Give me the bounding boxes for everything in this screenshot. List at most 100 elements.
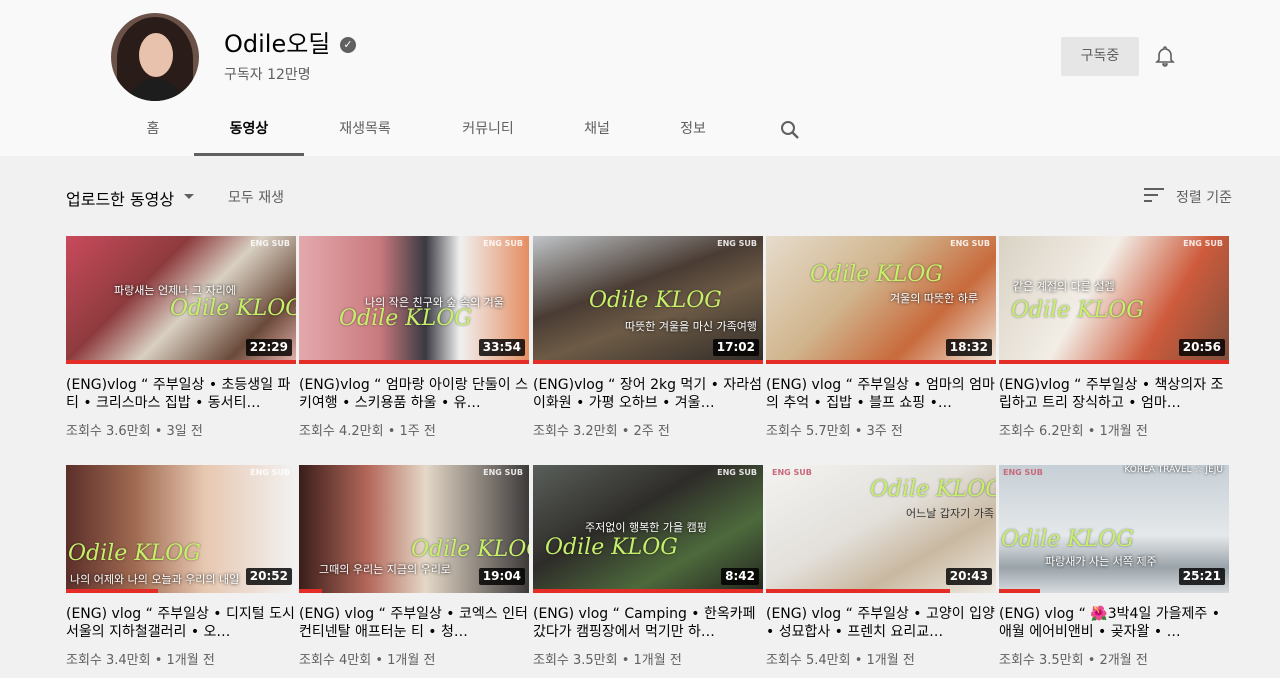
video-duration: 25:21 (1178, 568, 1225, 585)
sort-by-button[interactable]: 정렬 기준 (1176, 187, 1232, 207)
video-thumbnail[interactable]: ENG SUB Odile KLOG 따뜻한 겨울을 마신 가족여행 17:02 (533, 236, 763, 364)
video-thumbnail[interactable]: ENG SUB Odile KLOG 어느날 갑자기 가족 20:43 (766, 465, 996, 593)
eng-sub-label: ENG SUB (1183, 239, 1223, 248)
eng-sub-label: ENG SUB (772, 468, 812, 477)
video-title[interactable]: (ENG) vlog “ Camping • 한옥카페 갔다가 캠핑장에서 먹기… (533, 605, 763, 641)
watch-progress-bar (299, 360, 529, 364)
tab-home[interactable]: 홈 (140, 104, 166, 156)
channel-tabs: 홈 동영상 재생목록 커뮤니티 채널 정보 (0, 104, 1280, 156)
tab-community[interactable]: 커뮤니티 (452, 104, 524, 156)
video-duration: 19:04 (478, 568, 525, 585)
video-thumbnail[interactable]: ENG SUB KOREA TRAVEL ☆ JEJU Odile KLOG 파… (999, 465, 1229, 593)
video-title[interactable]: (ENG) vlog “ 주부일상 • 디지털 도시 서울의 지하철갤러리 • … (66, 605, 296, 641)
video-meta: 조회수 3.2만회 • 2주 전 (533, 424, 670, 439)
video-duration: 20:52 (245, 568, 292, 585)
video-title[interactable]: (ENG) vlog “ 주부일상 • 고양이 입양 • 성묘합사 • 프렌치 … (766, 605, 996, 641)
thumbnail-caption: 따뜻한 겨울을 마신 가족여행 (625, 320, 757, 333)
video-meta: 조회수 3.5만회 • 2개월 전 (999, 653, 1148, 668)
watch-progress-bar (533, 360, 763, 364)
uploads-dropdown[interactable]: 업로드한 동영상 (66, 186, 174, 210)
video-title[interactable]: (ENG)vlog “ 주부일상 • 책상의자 조립하고 트리 장식하고 • 엄… (999, 376, 1229, 412)
video-title[interactable]: (ENG) vlog “ 🌺3박4일 가을제주 • 애월 에어비앤비 • 곶자왈… (999, 605, 1229, 641)
thumbnail-title-overlay: Odile KLOG (1001, 527, 1134, 552)
watch-progress-bar (999, 360, 1229, 364)
eng-sub-label: ENG SUB (483, 468, 523, 477)
video-thumbnail[interactable]: ENG SUB Odile KLOG 나의 어제와 나의 오늘과 우리의 내일 … (66, 465, 296, 593)
thumbnail-title-overlay: Odile KLOG (1011, 298, 1144, 323)
video-meta: 조회수 3.5만회 • 1개월 전 (533, 653, 682, 668)
eng-sub-label: ENG SUB (483, 239, 523, 248)
video-thumbnail[interactable]: ENG SUB Odile KLOG 그때의 우리는 지금의 우리로 19:04 (299, 465, 529, 593)
channel-search-icon[interactable] (778, 118, 802, 142)
video-duration: 33:54 (478, 339, 525, 356)
video-meta: 조회수 3.6만회 • 3일 전 (66, 424, 203, 439)
video-title[interactable]: (ENG)vlog “ 주부일상 • 초등생일 파티 • 크리스마스 집밥 • … (66, 376, 296, 412)
channel-avatar[interactable] (111, 13, 199, 101)
tab-videos[interactable]: 동영상 (194, 104, 304, 156)
video-duration: 8:42 (721, 568, 759, 585)
watch-progress-bar (766, 360, 996, 364)
eng-sub-label: ENG SUB (250, 239, 290, 248)
avatar-face (139, 33, 173, 77)
thumbnail-title-overlay: Odile KLOG (170, 296, 296, 321)
eng-sub-label: ENG SUB (1003, 468, 1043, 477)
thumbnail-title-overlay: Odile KLOG (589, 288, 722, 313)
video-duration: 20:56 (1178, 339, 1225, 356)
channel-name: Odile오딜 (224, 30, 331, 58)
video-meta: 조회수 4만회 • 1개월 전 (299, 653, 436, 668)
tab-playlists[interactable]: 재생목록 (330, 104, 400, 156)
video-duration: 20:43 (945, 568, 992, 585)
video-title[interactable]: (ENG) vlog “ 주부일상 • 엄마의 엄마의 추억 • 집밥 • 블프… (766, 376, 996, 412)
video-meta: 조회수 5.4만회 • 1개월 전 (766, 653, 915, 668)
eng-sub-label: ENG SUB (717, 468, 757, 477)
thumbnail-title-overlay: Odile KLOG (545, 535, 678, 560)
video-title[interactable]: (ENG)vlog “ 장어 2kg 먹기 • 자라섬 이화원 • 가평 오하브… (533, 376, 763, 412)
tab-channels[interactable]: 채널 (578, 104, 616, 156)
thumbnail-title-overlay: Odile KLOG (870, 477, 996, 502)
notification-bell-icon[interactable] (1153, 44, 1177, 68)
video-thumbnail[interactable]: ENG SUB 파랑새는 언제나 그 자리에 Odile KLOG 22:29 (66, 236, 296, 364)
video-meta: 조회수 6.2만회 • 1개월 전 (999, 424, 1148, 439)
watch-progress-bar (299, 589, 322, 593)
video-thumbnail[interactable]: ENG SUB 같은 계절의 다른 설렘 Odile KLOG 20:56 (999, 236, 1229, 364)
thumbnail-title-overlay: Odile KLOG (339, 306, 472, 331)
watch-progress-bar (766, 589, 950, 593)
video-title[interactable]: (ENG) vlog “ 주부일상 • 코엑스 인터컨티넨탈 애프터눈 티 • … (299, 605, 529, 641)
eng-sub-label: ENG SUB (950, 239, 990, 248)
video-title[interactable]: (ENG)vlog “ 엄마랑 아이랑 단둘이 스키여행 • 스키용품 하울 •… (299, 376, 529, 412)
eng-sub-label: ENG SUB (717, 239, 757, 248)
channel-header: Odile오딜 ✓ 구독자 12만명 구독중 홈 동영상 재생목록 커뮤니티 채… (0, 0, 1280, 156)
watch-progress-bar (533, 589, 763, 593)
thumbnail-title-overlay: Odile KLOG (810, 262, 943, 287)
watch-progress-bar (66, 360, 296, 364)
sort-icon[interactable] (1144, 186, 1164, 204)
video-duration: 18:32 (945, 339, 992, 356)
thumbnail-caption: 어느날 갑자기 가족 (906, 507, 994, 520)
watch-progress-bar (66, 589, 158, 593)
verified-badge-icon: ✓ (340, 37, 356, 53)
thumbnail-title-overlay: Odile KLOG (411, 537, 529, 562)
thumbnail-caption: 나의 어제와 나의 오늘과 우리의 내일 (70, 573, 240, 586)
video-meta: 조회수 5.7만회 • 3주 전 (766, 424, 903, 439)
chevron-down-icon[interactable] (184, 194, 194, 199)
video-meta: 조회수 3.4만회 • 1개월 전 (66, 653, 215, 668)
eng-sub-label: ENG SUB (250, 468, 290, 477)
tab-about[interactable]: 정보 (674, 104, 712, 156)
play-all-button[interactable]: 모두 재생 (228, 187, 284, 207)
video-meta: 조회수 4.2만회 • 1주 전 (299, 424, 436, 439)
thumbnail-header-text: KOREA TRAVEL ☆ JEJU (1124, 465, 1223, 475)
content-area (0, 156, 1280, 678)
watch-progress-bar (999, 589, 1041, 593)
video-thumbnail[interactable]: ENG SUB 나의 작은 친구와 숲 속의 겨울 Odile KLOG 33:… (299, 236, 529, 364)
thumbnail-title-overlay: Odile KLOG (68, 541, 201, 566)
video-duration: 17:02 (712, 339, 759, 356)
thumbnail-caption: 같은 계절의 다른 설렘 (1013, 280, 1115, 293)
video-thumbnail[interactable]: ENG SUB Odile KLOG 겨울의 따뜻한 하루 18:32 (766, 236, 996, 364)
subscribed-button[interactable]: 구독중 (1061, 37, 1139, 76)
video-duration: 22:29 (245, 339, 292, 356)
thumbnail-caption: 파랑새가 사는 서쪽 제주 (1045, 555, 1157, 568)
subscriber-count: 구독자 12만명 (224, 67, 311, 83)
video-thumbnail[interactable]: ENG SUB 주저없이 행복한 가을 캠핑 Odile KLOG 8:42 (533, 465, 763, 593)
thumbnail-caption: 그때의 우리는 지금의 우리로 (319, 563, 451, 576)
thumbnail-caption: 겨울의 따뜻한 하루 (890, 292, 978, 305)
